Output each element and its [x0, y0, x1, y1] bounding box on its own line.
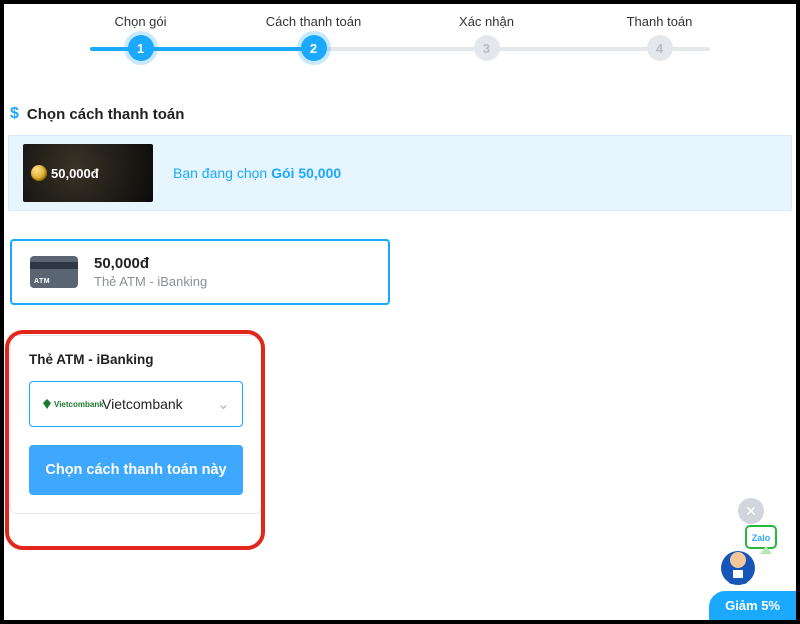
progress-stepper: Chọn gói Cách thanh toán Xác nhận Thanh … — [4, 4, 796, 63]
section-title: Chọn cách thanh toán — [27, 106, 185, 123]
selected-pack-name: Gói 50,000 — [271, 165, 341, 181]
step-label: Chọn gói — [54, 14, 227, 29]
payment-method-card[interactable]: ATM 50,000đ Thẻ ATM - iBanking — [10, 239, 390, 305]
bank-select[interactable]: Vietcombank Vietcombank ⌄ — [29, 381, 243, 427]
step-label: Thanh toán — [573, 14, 746, 29]
selected-pack-text: Bạn đang chọn Gói 50,000 — [173, 165, 341, 181]
bank-panel-title: Thẻ ATM - iBanking — [29, 352, 243, 367]
atm-card-label: ATM — [34, 278, 50, 285]
atm-card-icon: ATM — [30, 256, 78, 288]
step-node[interactable]: 2 — [301, 35, 327, 61]
pack-thumbnail: 50,000đ — [23, 144, 153, 202]
step-node: 4 — [647, 35, 673, 61]
method-price: 50,000đ — [94, 255, 207, 272]
close-widget-button[interactable]: ✕ — [738, 498, 764, 524]
mascot-icon: Zalo — [716, 524, 782, 590]
selected-pack-prefix: Bạn đang chọn — [173, 165, 271, 181]
pack-price-overlay: 50,000đ — [51, 166, 99, 181]
coin-icon — [31, 165, 47, 181]
dollar-icon: $ — [10, 105, 19, 123]
discount-pill[interactable]: Giảm 5% — [709, 591, 796, 620]
bank-select-panel: Thẻ ATM - iBanking Vietcombank Vietcomba… — [10, 335, 262, 514]
method-subtitle: Thẻ ATM - iBanking — [94, 274, 207, 289]
selected-pack-banner: 50,000đ Bạn đang chọn Gói 50,000 — [8, 135, 792, 211]
bank-select-value: Vietcombank — [102, 396, 183, 412]
svg-text:Zalo: Zalo — [752, 533, 771, 543]
vietcombank-logo: Vietcombank — [42, 399, 92, 409]
choose-payment-button[interactable]: Chọn cách thanh toán này — [29, 445, 243, 495]
step-node[interactable]: 1 — [128, 35, 154, 61]
step-node: 3 — [474, 35, 500, 61]
step-label: Xác nhận — [400, 14, 573, 29]
chevron-down-icon: ⌄ — [217, 394, 230, 414]
bank-logo-text: Vietcombank — [54, 400, 104, 409]
step-label: Cách thanh toán — [227, 14, 400, 29]
